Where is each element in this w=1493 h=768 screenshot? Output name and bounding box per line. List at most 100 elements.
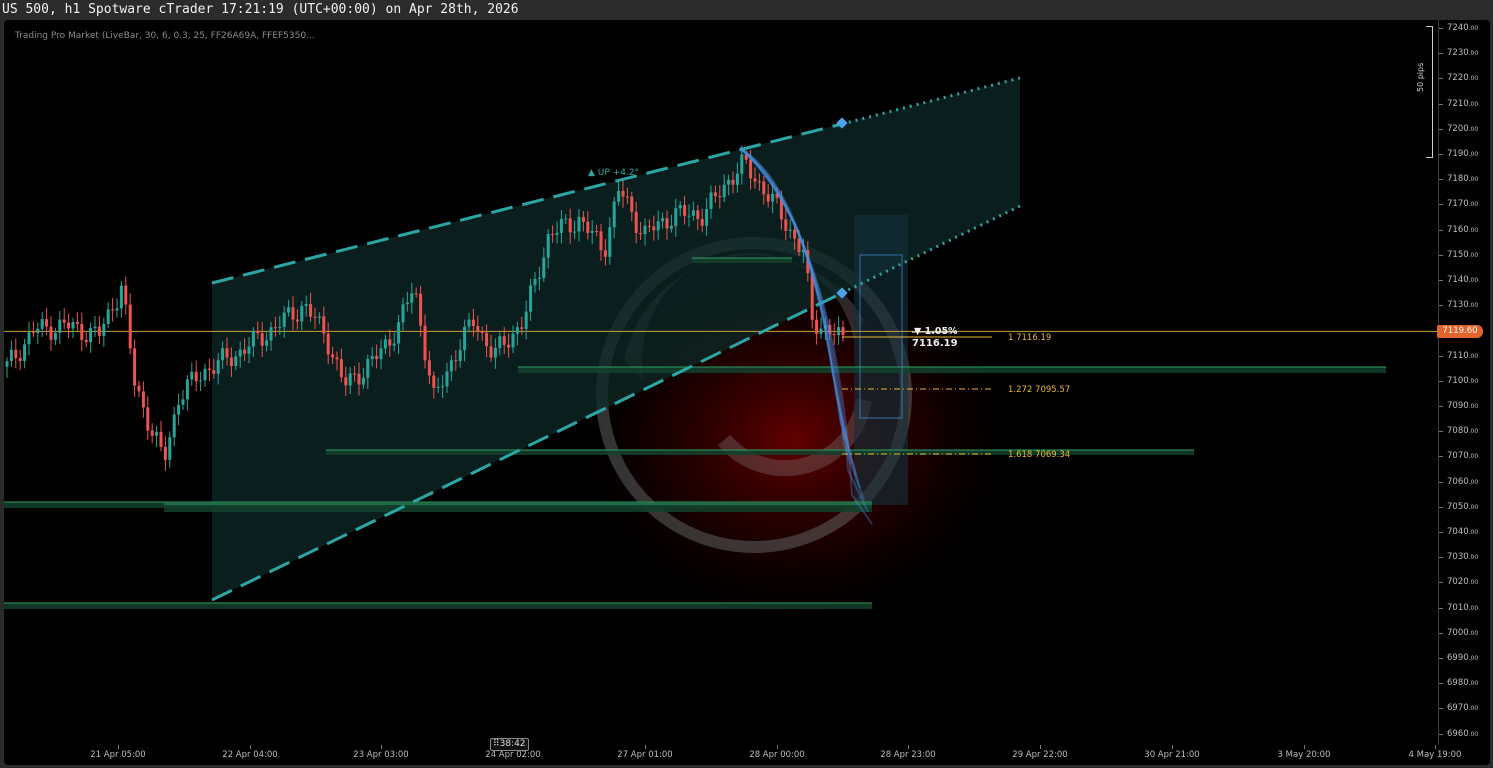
candle-body [375,355,379,360]
price-tick-mark [1439,280,1443,281]
candle-body [326,333,330,355]
candle-body [735,173,739,185]
candle-body [265,340,269,346]
price-tick-mark [1439,632,1443,634]
sr-zone [518,367,1386,373]
price-tick-mark [1439,355,1443,357]
price-tick-mark [1439,254,1443,256]
candle-body [621,190,625,197]
candle-body [674,208,678,227]
candle-body [511,333,515,348]
candle-body [150,430,154,436]
candle-body [546,234,550,258]
countdown-icon: ⠿ [493,739,500,749]
candle-body [652,226,656,231]
candle-body [93,326,97,329]
candle-body [361,377,365,385]
candle-body [700,218,704,226]
candle-body [119,285,123,309]
candle-body [67,322,71,329]
candle-body [331,354,335,358]
candle-body [84,340,88,343]
candle-body [441,386,445,388]
candle-body [379,348,383,360]
candle-body [251,330,255,347]
candle-body [718,196,722,198]
candle-body [388,339,392,346]
candle-body [159,431,163,447]
candle-body [502,336,506,345]
price-tick-label: 7050.00 [1447,501,1479,512]
price-tick-label: 7090.00 [1447,401,1479,411]
candle-body [14,349,18,359]
candle-body [678,205,682,209]
candle-body [414,293,418,295]
candle-body [317,316,321,318]
candle-body [740,154,744,174]
candle-body [269,327,273,341]
candle-body [507,344,511,348]
price-tick-label: 7140.00 [1447,275,1479,285]
time-tick-label: 24 Apr 02:00 [485,750,541,760]
candle-body [608,227,612,257]
price-tick-mark [1439,708,1443,710]
candle-body [713,192,717,197]
price-tick-label: 7040.00 [1447,527,1479,537]
candle-body [124,285,128,305]
time-tick-mark [777,745,778,749]
time-tick-label: 29 Apr 22:00 [1012,750,1068,760]
candle-body [542,257,546,278]
candle-body [181,399,185,405]
candle-body [185,379,189,400]
candle-body [837,327,841,336]
price-tick-label: 7010.00 [1447,602,1479,613]
candle-body [445,371,449,387]
candle-body [599,231,603,251]
price-tick-mark [1439,557,1443,559]
chart-area[interactable]: ▲ UP +4.2° ▼ 1.05% 7116.19 1 7116.19 1.272 7… [4,20,1490,765]
candle-body [471,319,475,326]
candle-body [617,190,621,202]
candle-body [9,349,13,362]
candle-body [529,285,533,312]
candle-body [335,357,339,360]
candle-body [625,196,629,198]
price-tick-label: 7220.00 [1447,73,1479,84]
candle-body [190,371,194,380]
time-tick-mark [381,745,382,749]
candle-body [339,359,343,378]
price-tick-label: 7110.00 [1447,350,1479,361]
time-tick-mark [1172,745,1173,749]
price-chart[interactable]: ▲ UP +4.2°▼ 1.05%7116.19 1 7116.191.272 7… [4,20,1438,745]
candle-body [586,221,590,233]
price-tick-mark [1439,204,1443,206]
candle-body [397,322,401,344]
candle-body [590,230,594,233]
candle-body [687,215,691,217]
candle-body [722,184,726,198]
candle-body [630,196,634,212]
price-tick-label: 7060.00 [1447,476,1479,487]
candle-body [45,319,49,327]
candle-body [273,327,277,329]
fib-level-label: 1 7116.19 [1008,333,1051,343]
candle-body [256,330,260,334]
candle-body [405,302,409,305]
time-tick-label: 4 May 19:00 [1408,750,1462,760]
candle-body [661,218,665,222]
candle-body [489,346,493,358]
candle-body [757,181,761,183]
price-tick-mark [1439,53,1443,55]
time-tick-mark [645,745,646,749]
candle-body [705,209,709,226]
candle-body [634,211,638,234]
candle-body [467,319,471,327]
candle-body [401,304,405,323]
price-axis[interactable]: 7240.00 7230.00 7220.00 7210.00 7200.00 7190.… [1438,20,1490,745]
candle-body [815,319,819,334]
time-axis[interactable]: 21 Apr 05:00 22 Apr 04:00 23 Apr 03:00 24 A… [4,745,1461,765]
candle-body [40,319,44,329]
candle-body [115,308,119,311]
price-tick-mark [1439,103,1443,105]
candle-body [595,230,599,232]
